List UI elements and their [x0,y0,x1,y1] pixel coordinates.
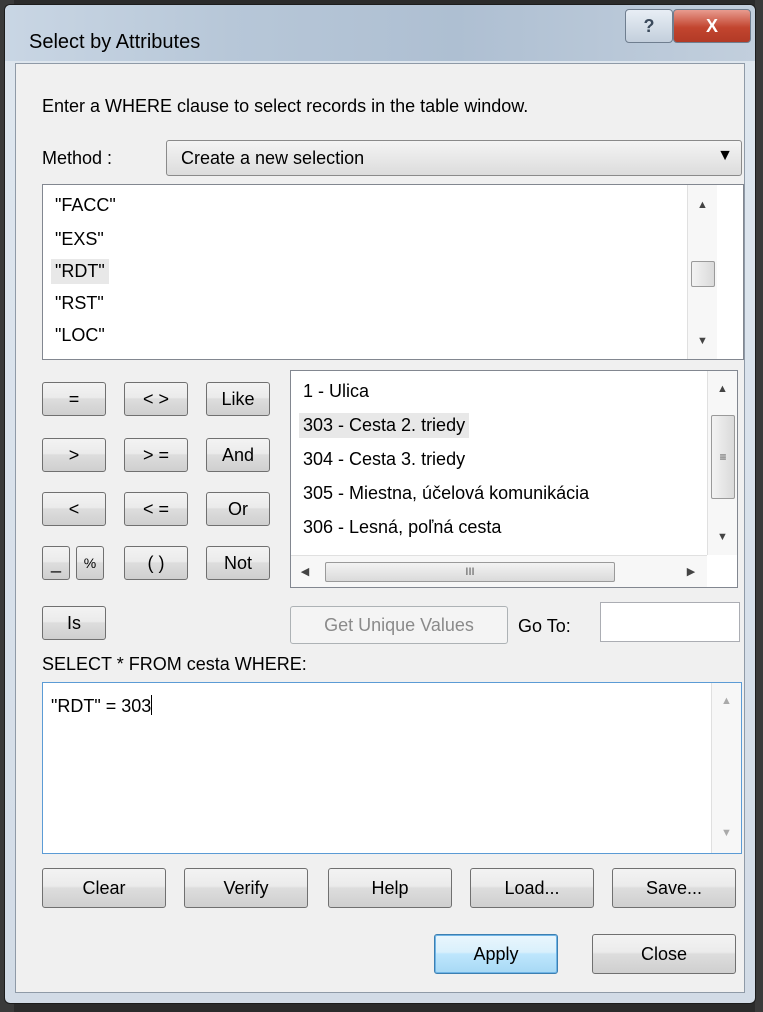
help-icon[interactable]: ? [625,9,673,43]
goto-input[interactable] [600,602,740,642]
scroll-thumb[interactable] [691,261,715,287]
window-title: Select by Attributes [29,31,201,53]
sql-scrollbar[interactable]: ▲ ▼ [711,683,741,853]
title-bar[interactable]: Select by Attributes ? X [5,5,755,61]
verify-button[interactable]: Verify [184,868,308,908]
scroll-down-icon[interactable]: ▼ [708,531,737,543]
scroll-up-icon[interactable]: ▲ [712,695,741,707]
less-equal-button[interactable]: < = [124,492,188,526]
field-item[interactable]: "RST" [51,291,108,316]
underscore-button[interactable]: _ [42,546,70,580]
field-item-selected[interactable]: "RDT" [51,259,109,284]
less-than-button[interactable]: < [42,492,106,526]
scroll-thumb[interactable]: III [325,562,615,582]
not-button[interactable]: Not [206,546,270,580]
sql-expression-text: "RDT" = 303 [51,695,153,716]
fields-listbox[interactable]: "FACC" "EXS" "RDT" "RST" "LOC" ▲ ▼ [42,184,744,360]
not-equal-button[interactable]: < > [124,382,188,416]
select-by-attributes-dialog: Select by Attributes ? X Enter a WHERE c… [4,4,756,1004]
method-selected-value: Create a new selection [181,148,365,168]
greater-equal-button[interactable]: > = [124,438,188,472]
text-caret [151,695,153,715]
method-dropdown[interactable]: Create a new selection ▼ [166,140,742,176]
load-button[interactable]: Load... [470,868,594,908]
field-item[interactable]: "EXS" [51,227,108,252]
scroll-left-icon[interactable]: ◀ [297,565,313,578]
or-button[interactable]: Or [206,492,270,526]
value-item[interactable]: 305 - Miestna, účelová komunikácia [299,481,593,506]
close-icon[interactable]: X [673,9,751,43]
values-listbox[interactable]: 1 - Ulica 303 - Cesta 2. triedy 304 - Ce… [290,370,738,588]
value-item[interactable]: 306 - Lesná, poľná cesta [299,515,505,540]
equals-button[interactable]: = [42,382,106,416]
parentheses-button[interactable]: ( ) [124,546,188,580]
help-button[interactable]: Help [328,868,452,908]
scroll-down-icon[interactable]: ▼ [688,335,717,347]
scroll-right-icon[interactable]: ▶ [683,565,699,578]
scroll-thumb[interactable]: ≡ [711,415,735,499]
clear-button[interactable]: Clear [42,868,166,908]
greater-than-button[interactable]: > [42,438,106,472]
sql-expression-input[interactable]: "RDT" = 303 ▲ ▼ [42,682,742,854]
field-item[interactable]: "LOC" [51,323,109,348]
field-item[interactable]: "FACC" [51,193,120,218]
instructions-text: Enter a WHERE clause to select records i… [42,96,529,116]
like-button[interactable]: Like [206,382,270,416]
goto-label: Go To: [518,616,571,636]
dialog-body: Enter a WHERE clause to select records i… [15,63,745,993]
scroll-down-icon[interactable]: ▼ [712,827,741,839]
method-label: Method : [42,148,113,168]
scroll-up-icon[interactable]: ▲ [688,199,717,211]
value-item[interactable]: 1 - Ulica [299,379,373,404]
apply-button[interactable]: Apply [434,934,558,974]
value-item[interactable]: 304 - Cesta 3. triedy [299,447,469,472]
close-button[interactable]: Close [592,934,736,974]
sql-label: SELECT * FROM cesta WHERE: [42,654,307,674]
and-button[interactable]: And [206,438,270,472]
is-button[interactable]: Is [42,606,106,640]
save-button[interactable]: Save... [612,868,736,908]
background-edge-right [755,0,763,1012]
chevron-down-icon[interactable]: ▼ [717,147,733,165]
scroll-up-icon[interactable]: ▲ [708,383,737,395]
value-item-selected[interactable]: 303 - Cesta 2. triedy [299,413,470,438]
get-unique-values-button[interactable]: Get Unique Values [290,606,508,644]
percent-button[interactable]: % [76,546,104,580]
values-vscrollbar[interactable]: ▲ ≡ ▼ [707,371,737,555]
fields-scrollbar[interactable]: ▲ ▼ [687,185,717,359]
values-hscrollbar[interactable]: ◀ III ▶ [291,555,707,587]
